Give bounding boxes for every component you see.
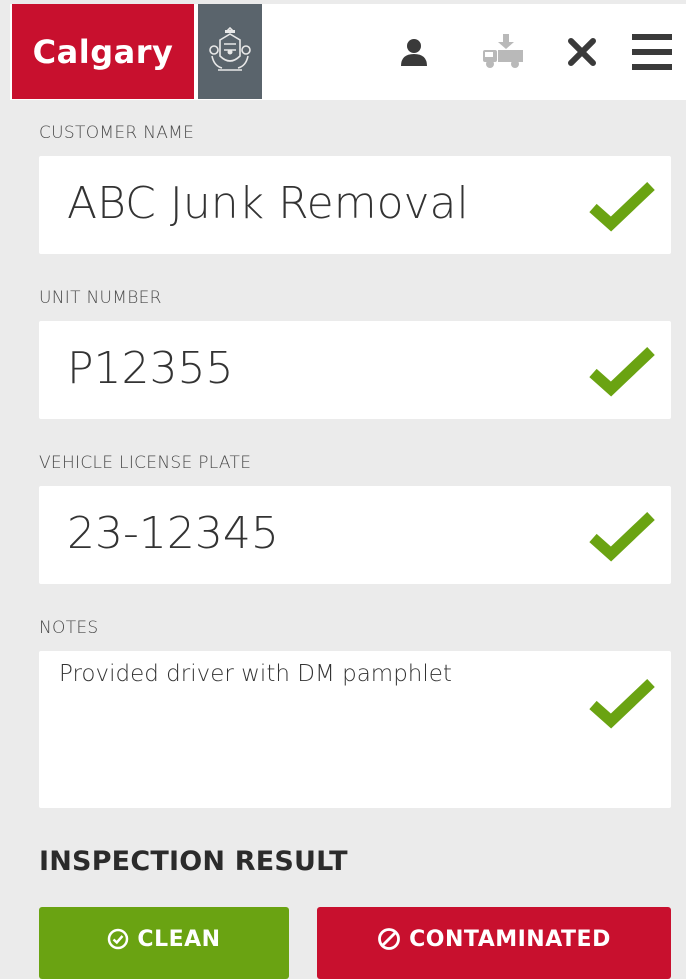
city-crest-icon bbox=[198, 4, 262, 99]
calgary-logo[interactable]: Calgary bbox=[12, 4, 194, 99]
valid-check-icon bbox=[589, 182, 655, 232]
notes-label: NOTES bbox=[39, 618, 99, 638]
customer-name-label: CUSTOMER NAME bbox=[39, 123, 195, 143]
menu-icon[interactable] bbox=[630, 30, 674, 74]
notes-textarea[interactable]: Provided driver with DM pamphlet bbox=[39, 651, 671, 808]
clean-button[interactable]: CLEAN bbox=[39, 907, 289, 979]
license-plate-label: VEHICLE LICENSE PLATE bbox=[39, 453, 252, 473]
crest-graphic bbox=[209, 26, 251, 71]
prohibited-icon bbox=[377, 927, 401, 951]
license-plate-field[interactable]: 23-12345 bbox=[39, 486, 671, 584]
clean-label: CLEAN bbox=[137, 926, 221, 952]
user-icon[interactable] bbox=[396, 30, 432, 74]
close-icon[interactable] bbox=[562, 30, 602, 74]
check-circle-icon bbox=[107, 928, 129, 950]
license-plate-value: 23-12345 bbox=[67, 508, 279, 559]
contaminated-button[interactable]: CONTAMINATED bbox=[317, 907, 671, 979]
valid-check-icon bbox=[589, 512, 655, 562]
customer-name-value: ABC Junk Removal bbox=[67, 178, 469, 229]
inspection-result-heading: INSPECTION RESULT bbox=[39, 846, 348, 877]
notes-value: Provided driver with DM pamphlet bbox=[59, 661, 452, 687]
contaminated-label: CONTAMINATED bbox=[409, 926, 611, 952]
valid-check-icon bbox=[589, 679, 655, 729]
customer-name-field[interactable]: ABC Junk Removal bbox=[39, 156, 671, 254]
unit-number-value: P12355 bbox=[67, 343, 234, 394]
truck-unload-icon[interactable] bbox=[480, 30, 526, 74]
unit-number-field[interactable]: P12355 bbox=[39, 321, 671, 419]
valid-check-icon bbox=[589, 347, 655, 397]
brand-text: Calgary bbox=[32, 32, 174, 71]
unit-number-label: UNIT NUMBER bbox=[39, 288, 162, 308]
